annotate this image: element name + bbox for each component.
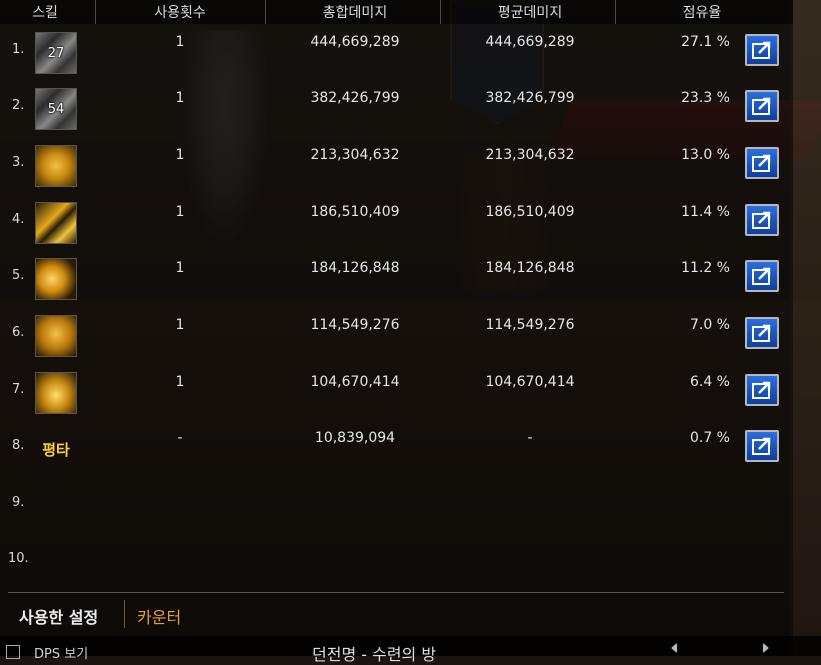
header-uses: 사용횟수: [154, 5, 206, 21]
skill-gray-icon: 54: [35, 88, 77, 130]
row-average-damage: 213,304,632: [485, 147, 575, 163]
header-divider: [95, 0, 96, 24]
header-divider: [615, 0, 616, 24]
row-average-damage: 184,126,848: [485, 260, 575, 276]
row-rank: 9.: [12, 495, 25, 510]
share-button[interactable]: [745, 90, 779, 122]
row-share: 23.3 %: [681, 90, 730, 106]
external-share-icon: [752, 97, 771, 115]
row-uses: 1: [175, 34, 185, 50]
row-rank: 5.: [12, 268, 25, 283]
header-average-damage: 평균데미지: [497, 5, 563, 21]
row-uses: 1: [175, 374, 185, 390]
background-right-edge: [789, 0, 821, 656]
table-row: 2. 54 1 382,426,799 382,426,799 23.3 %: [0, 80, 793, 136]
row-total-damage: 213,304,632: [310, 147, 400, 163]
row-total-damage: 184,126,848: [310, 260, 400, 276]
external-share-icon: [752, 211, 771, 229]
row-average-damage: 104,670,414: [485, 374, 575, 390]
share-button[interactable]: [745, 430, 779, 462]
dps-checkbox[interactable]: [6, 645, 20, 659]
skill-gold-slash-icon: [35, 202, 77, 244]
skill-gold-icon: [35, 145, 77, 187]
external-share-icon: [752, 324, 771, 342]
row-uses: 1: [175, 90, 185, 106]
row-share: 7.0 %: [689, 317, 730, 333]
row-average-damage: 186,510,409: [485, 204, 575, 220]
tab-used-settings[interactable]: 사용한 설정: [19, 604, 98, 628]
header-share: 점유율: [682, 5, 722, 21]
dungeon-name: 던전명 - 수련의 방: [312, 645, 437, 664]
share-button[interactable]: [745, 317, 779, 349]
external-share-icon: [752, 154, 771, 172]
row-total-damage: 186,510,409: [310, 204, 400, 220]
row-share: 27.1 %: [681, 34, 730, 50]
row-share: 11.4 %: [681, 204, 730, 220]
row-rank: 2.: [12, 98, 25, 113]
damage-stats-panel: 스킬 사용횟수 총합데미지 평균데미지 점유율 1. 27 1 444,669,…: [0, 0, 793, 656]
header-skill: 스킬: [32, 5, 58, 21]
table-row: 1. 27 1 444,669,289 444,669,289 27.1 %: [0, 24, 793, 80]
basic-attack-label: 평타: [42, 440, 70, 459]
table-row: 8. 평타 - 10,839,094 - 0.7 %: [0, 420, 793, 476]
share-button[interactable]: [745, 34, 779, 66]
row-uses: 1: [175, 317, 185, 333]
header-total-damage: 총합데미지: [322, 5, 388, 21]
share-button[interactable]: [745, 260, 779, 292]
row-rank: 1.: [12, 42, 25, 57]
table-row: 7. 1 104,670,414 104,670,414 6.4 %: [0, 364, 793, 420]
header-divider: [265, 0, 266, 24]
prev-arrow-icon[interactable]: [668, 642, 680, 654]
external-share-icon: [752, 41, 771, 59]
skill-gold-swirl-icon: [35, 372, 77, 414]
row-rank: 10.: [8, 551, 29, 566]
table-header: 스킬 사용횟수 총합데미지 평균데미지 점유율: [0, 0, 793, 24]
row-average-damage: -: [527, 430, 533, 446]
header-divider: [440, 0, 441, 24]
row-rank: 3.: [12, 155, 25, 170]
table-row: 5. 1 184,126,848 184,126,848 11.2 %: [0, 250, 793, 306]
row-average-damage: 382,426,799: [485, 90, 575, 106]
table-row: 9.: [0, 477, 793, 533]
row-average-damage: 114,549,276: [485, 317, 575, 333]
row-uses: 1: [175, 204, 185, 220]
table-row: 3. 1 213,304,632 213,304,632 13.0 %: [0, 137, 793, 193]
share-button[interactable]: [745, 147, 779, 179]
row-uses: -: [177, 430, 183, 446]
row-rank: 6.: [12, 325, 25, 340]
row-rank: 8.: [12, 438, 25, 453]
row-rank: 7.: [12, 382, 25, 397]
external-share-icon: [752, 267, 771, 285]
row-total-damage: 382,426,799: [310, 90, 400, 106]
share-button[interactable]: [745, 204, 779, 236]
row-total-damage: 104,670,414: [310, 374, 400, 390]
row-share: 0.7 %: [689, 430, 730, 446]
skill-gold-palm-icon: [35, 315, 77, 357]
row-total-damage: 114,549,276: [310, 317, 400, 333]
tab-separator: [124, 600, 125, 628]
tab-divider-line: [8, 592, 784, 593]
skill-gold-burst-icon: [35, 258, 77, 300]
table-row: 10.: [0, 533, 793, 589]
row-rank: 4.: [12, 212, 25, 227]
dps-label: DPS 보기: [34, 647, 89, 662]
row-total-damage: 444,669,289: [310, 34, 400, 50]
external-share-icon: [752, 437, 771, 455]
row-share: 11.2 %: [681, 260, 730, 276]
next-arrow-icon[interactable]: [760, 642, 772, 654]
tab-counter[interactable]: 카운터: [137, 604, 181, 628]
table-row: 4. 1 186,510,409 186,510,409 11.4 %: [0, 194, 793, 250]
row-uses: 1: [175, 260, 185, 276]
row-share: 13.0 %: [681, 147, 730, 163]
row-total-damage: 10,839,094: [314, 430, 396, 446]
row-share: 6.4 %: [689, 374, 730, 390]
row-average-damage: 444,669,289: [485, 34, 575, 50]
row-uses: 1: [175, 147, 185, 163]
skill-gray-icon: 27: [35, 32, 77, 74]
external-share-icon: [752, 381, 771, 399]
table-row: 6. 1 114,549,276 114,549,276 7.0 %: [0, 307, 793, 363]
share-button[interactable]: [745, 374, 779, 406]
